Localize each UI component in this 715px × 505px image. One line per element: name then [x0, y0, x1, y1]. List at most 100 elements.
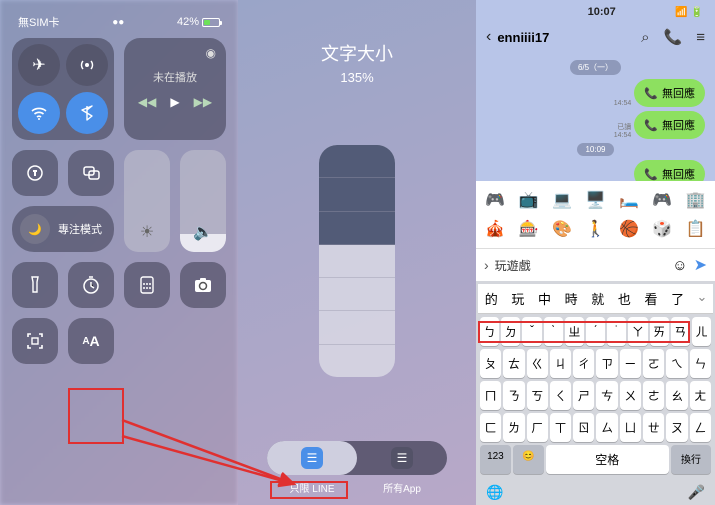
key[interactable]: ㄩ — [620, 413, 641, 442]
key[interactable]: ㄧ — [620, 349, 641, 378]
key[interactable]: ㄗ — [596, 349, 617, 378]
menu-icon[interactable]: ≡ — [696, 29, 705, 46]
candidate[interactable]: 就 — [585, 284, 612, 313]
message-input[interactable]: 玩遊戲 — [495, 257, 667, 274]
candidate[interactable]: 的 — [478, 284, 505, 313]
key[interactable]: ㄛ — [643, 349, 664, 378]
screen-mirroring[interactable] — [68, 150, 114, 196]
sticker[interactable]: 🚶 — [580, 216, 610, 242]
status-bar: 10:07 📶 🔋 — [476, 0, 715, 24]
call-bubble[interactable]: 📞 無回應 — [634, 111, 705, 139]
orientation-lock[interactable] — [12, 150, 58, 196]
back-icon[interactable]: ‹ — [486, 28, 491, 46]
scope-all-apps[interactable]: ☰ — [357, 447, 447, 469]
more-candidates[interactable]: ⌄ — [691, 284, 713, 313]
sticker[interactable]: 🖥️ — [580, 187, 610, 213]
expand-icon[interactable]: › — [484, 257, 489, 273]
code-scanner[interactable] — [12, 318, 58, 364]
key[interactable]: ㄘ — [596, 381, 617, 410]
scope-toggle[interactable]: ☰ ☰ — [267, 441, 447, 475]
next-icon[interactable]: ▶▶ — [194, 95, 212, 109]
key[interactable]: ㄔ — [573, 349, 594, 378]
brightness-slider[interactable]: ☀ — [124, 150, 170, 252]
sticker[interactable]: 💻 — [547, 187, 577, 213]
cellular-toggle[interactable] — [66, 44, 108, 86]
sticker[interactable]: 🎨 — [547, 216, 577, 242]
sticker[interactable]: 🏀 — [614, 216, 644, 242]
call-bubble[interactable]: 📞 無回應 — [634, 160, 705, 181]
key[interactable]: ㄕ — [573, 381, 594, 410]
key[interactable]: ㄍ — [527, 349, 548, 378]
key[interactable]: ㄏ — [527, 413, 548, 442]
key[interactable]: ㄦ — [692, 317, 711, 346]
key[interactable]: ㄣ — [690, 349, 711, 378]
play-icon[interactable]: ▶ — [170, 95, 179, 109]
sticker[interactable]: 🛏️ — [614, 187, 644, 213]
space-key[interactable]: 空格 — [546, 445, 669, 474]
connectivity-tile[interactable]: ✈ — [12, 38, 114, 140]
call-icon[interactable]: 📞 — [664, 28, 683, 46]
flashlight[interactable] — [12, 262, 58, 308]
wifi-toggle[interactable] — [18, 92, 60, 134]
focus-mode[interactable]: 🌙 專注模式 — [12, 206, 114, 252]
scope-line-only[interactable]: ☰ — [267, 441, 357, 475]
focus-label: 專注模式 — [58, 221, 102, 237]
key[interactable]: ㄈ — [480, 413, 501, 442]
key[interactable]: ㄡ — [666, 413, 687, 442]
sticker[interactable]: 🎰 — [513, 216, 543, 242]
key[interactable]: ㄆ — [480, 349, 501, 378]
candidate[interactable]: 了 — [664, 284, 691, 313]
timer[interactable] — [68, 262, 114, 308]
numbers-key[interactable]: 123 — [480, 445, 511, 474]
music-tile[interactable]: ◉ 未在播放 ◀◀ ▶ ▶▶ — [124, 38, 226, 140]
call-bubble[interactable]: 📞 無回應 — [634, 79, 705, 107]
text-size-tile[interactable]: AA — [68, 318, 114, 364]
key[interactable]: ㄒ — [550, 413, 571, 442]
clock: 10:07 — [588, 6, 616, 18]
key[interactable]: ㄇ — [480, 381, 501, 410]
camera[interactable] — [180, 262, 226, 308]
key[interactable]: ㄟ — [666, 349, 687, 378]
key[interactable]: ㄋ — [503, 381, 524, 410]
volume-slider[interactable]: 🔈 — [180, 150, 226, 252]
key[interactable]: ㄨ — [620, 381, 641, 410]
key[interactable]: ㄠ — [666, 381, 687, 410]
mic-icon[interactable]: 🎤 — [688, 484, 705, 501]
sticker[interactable]: 🎮 — [647, 187, 677, 213]
calculator[interactable] — [124, 262, 170, 308]
candidate[interactable]: 也 — [611, 284, 638, 313]
sticker[interactable]: 📺 — [513, 187, 543, 213]
key[interactable]: ㄖ — [573, 413, 594, 442]
key[interactable]: ㄌ — [503, 413, 524, 442]
candidate[interactable]: 時 — [558, 284, 585, 313]
search-icon[interactable]: ⌕ — [641, 29, 649, 46]
airplane-toggle[interactable]: ✈ — [18, 44, 60, 86]
candidate[interactable]: 看 — [638, 284, 665, 313]
sticker[interactable]: 🎲 — [647, 216, 677, 242]
chat-header: ‹ enniiii17 ⌕ 📞 ≡ — [476, 24, 715, 54]
emoji-key[interactable]: 😊 — [513, 445, 544, 474]
apps-icon: ☰ — [391, 447, 413, 469]
key[interactable]: ㄤ — [690, 381, 711, 410]
bluetooth-toggle[interactable] — [66, 92, 108, 134]
key[interactable]: ㄥ — [690, 413, 711, 442]
send-icon[interactable]: ➤ — [694, 255, 707, 275]
emoji-icon[interactable]: ☺ — [672, 257, 687, 274]
sticker[interactable]: 🎪 — [480, 216, 510, 242]
prev-icon[interactable]: ◀◀ — [138, 95, 156, 109]
globe-icon[interactable]: 🌐 — [486, 484, 503, 501]
key[interactable]: ㄐ — [550, 349, 571, 378]
key[interactable]: ㄎ — [527, 381, 548, 410]
key[interactable]: ㄜ — [643, 381, 664, 410]
enter-key[interactable]: 換行 — [671, 445, 711, 474]
key[interactable]: ㄝ — [643, 413, 664, 442]
text-size-slider[interactable] — [319, 145, 395, 377]
sticker[interactable]: 📋 — [681, 216, 711, 242]
sticker[interactable]: 🏢 — [681, 187, 711, 213]
candidate[interactable]: 中 — [531, 284, 558, 313]
key[interactable]: ㄙ — [596, 413, 617, 442]
key[interactable]: ㄊ — [503, 349, 524, 378]
candidate[interactable]: 玩 — [505, 284, 532, 313]
sticker[interactable]: 🎮 — [480, 187, 510, 213]
key[interactable]: ㄑ — [550, 381, 571, 410]
